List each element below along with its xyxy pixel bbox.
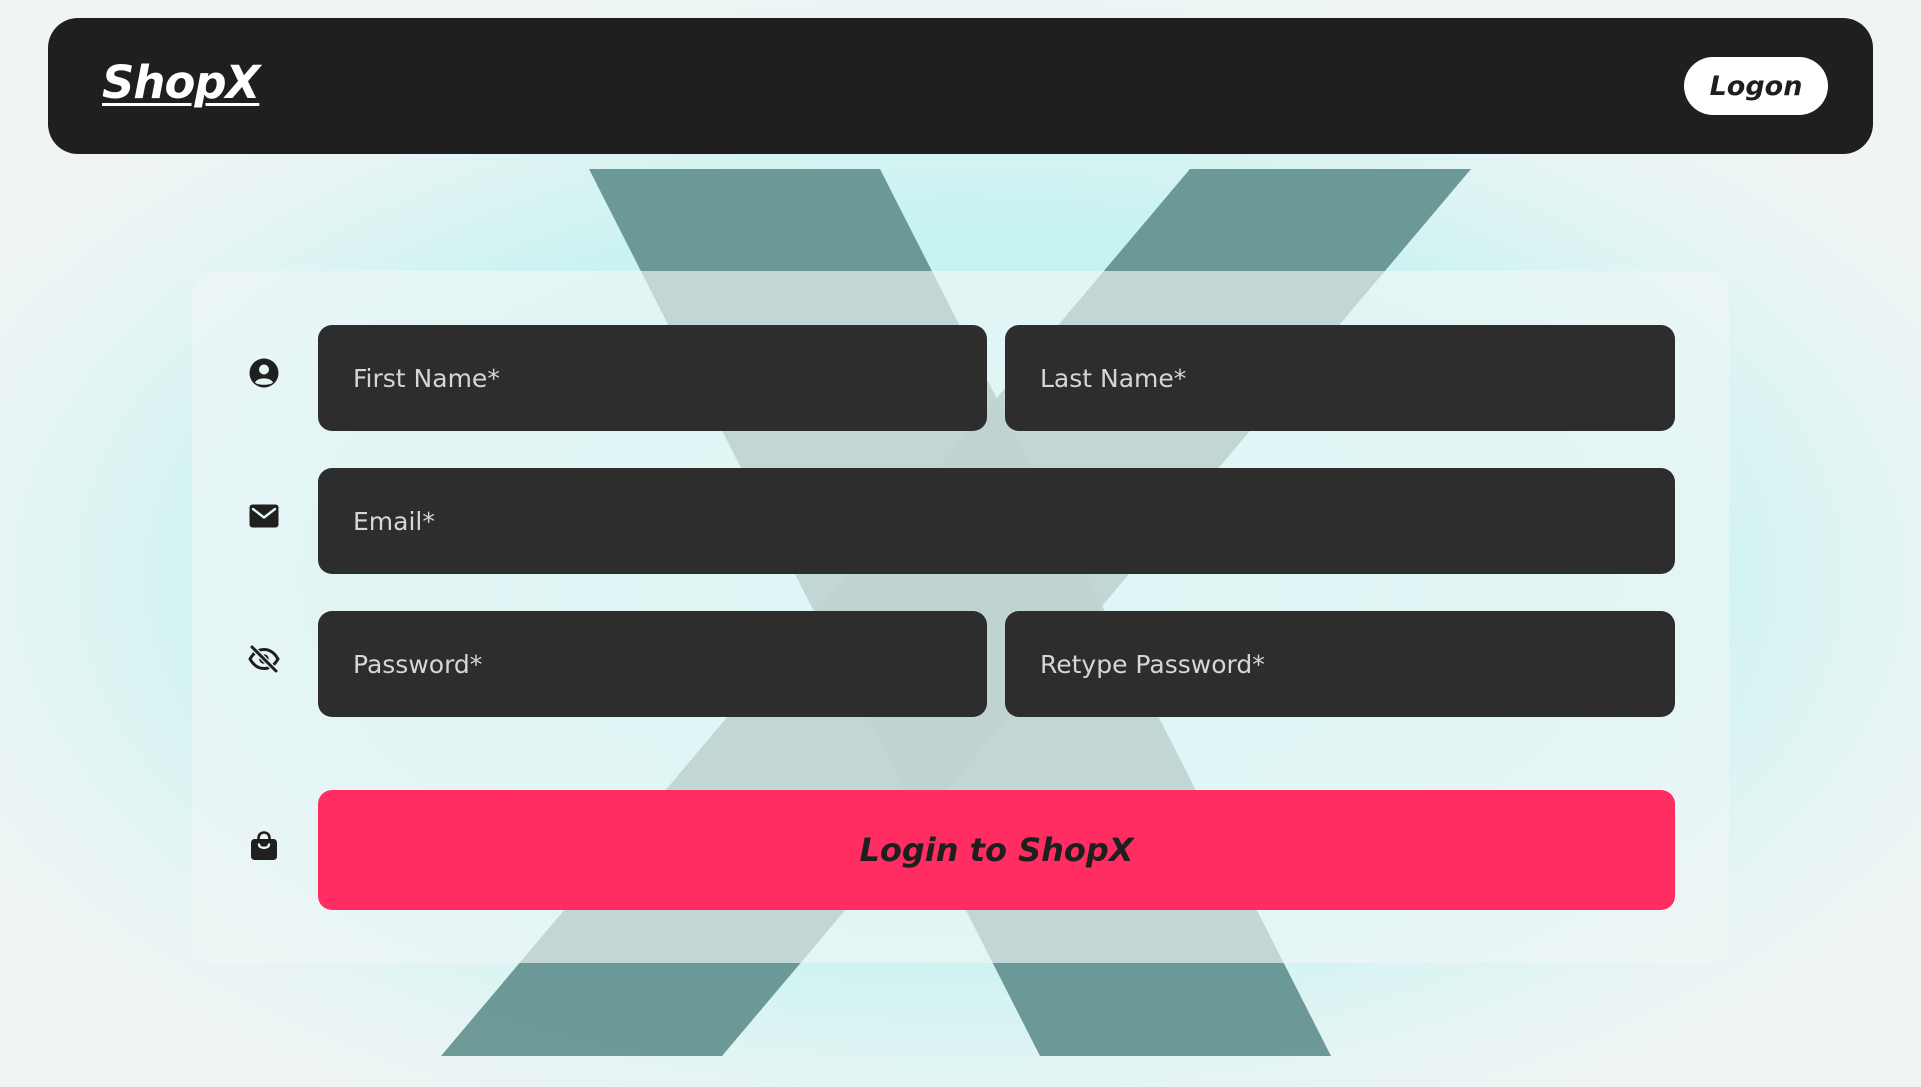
login-submit-button[interactable]: Login to ShopX bbox=[318, 790, 1675, 910]
top-navbar: ShopX Logon bbox=[48, 18, 1873, 154]
shopping-bag-icon bbox=[248, 830, 280, 862]
retype-password-input[interactable] bbox=[1005, 611, 1675, 717]
brand-logo[interactable]: ShopX bbox=[102, 56, 260, 109]
user-circle-icon bbox=[248, 357, 280, 389]
email-input[interactable] bbox=[318, 468, 1675, 574]
logon-button[interactable]: Logon bbox=[1684, 57, 1828, 115]
first-name-input[interactable] bbox=[318, 325, 987, 431]
password-input[interactable] bbox=[318, 611, 987, 717]
eye-slash-icon[interactable] bbox=[248, 643, 280, 675]
last-name-input[interactable] bbox=[1005, 325, 1675, 431]
envelope-icon bbox=[248, 500, 280, 532]
